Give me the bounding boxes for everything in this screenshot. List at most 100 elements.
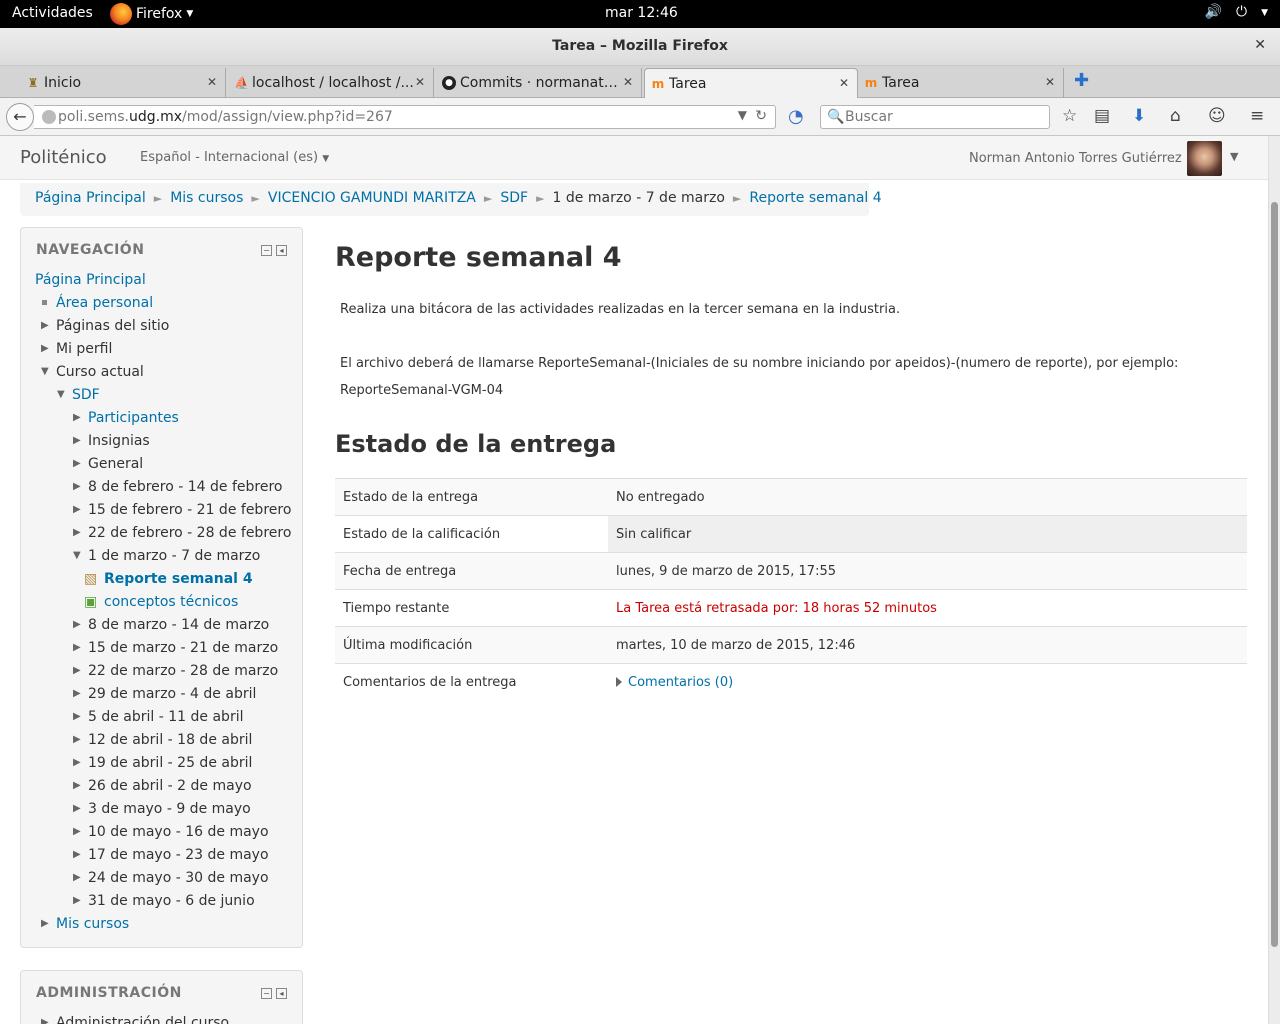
avatar[interactable] [1187,141,1222,176]
nav-item-general[interactable]: ▶ General [73,454,143,477]
nav-item-home[interactable]: Página Principal [35,270,146,293]
nav-item-course[interactable]: ▼ SDF [57,385,100,408]
new-tab-button[interactable]: ✚ [1074,70,1089,91]
chat-icon[interactable]: ☺ [1208,106,1226,126]
nav-item-week[interactable]: ▶ 3 de mayo - 9 de mayo [73,799,251,822]
downloads-icon[interactable]: ⬇ [1132,106,1146,126]
nav-item-week[interactable]: ▶ 19 de abril - 25 de abril [73,753,252,776]
nav-item-week[interactable]: ▶ 10 de mayo - 16 de mayo [73,822,269,845]
addon-icon[interactable]: ◔ [788,106,804,127]
assignment-description: Realiza una bitácora de las actividades … [340,302,901,317]
close-tab-icon[interactable]: ✕ [207,75,217,89]
breadcrumb-assignment[interactable]: Reporte semanal 4 [749,190,881,206]
expand-icon: ▶ [73,780,81,791]
history-dropdown-icon[interactable]: ▼ [738,108,747,122]
scrollbar-thumb[interactable] [1271,202,1278,947]
home-icon[interactable]: ⌂ [1170,106,1181,126]
site-identity-icon[interactable] [42,110,56,124]
nav-item-week[interactable]: ▶ 5 de abril - 11 de abril [73,707,243,730]
comments-link[interactable]: Comentarios (0) [616,675,733,690]
url-bar[interactable]: poli.sems.udg.mx/mod/assign/view.php?id=… [34,105,776,129]
breadcrumb-course[interactable]: SDF [500,190,528,206]
nav-item-week[interactable]: ▶ 24 de mayo - 30 de mayo [73,868,269,891]
breadcrumb-home[interactable]: Página Principal [35,190,146,206]
nav-item-personal[interactable]: Área personal [41,293,153,316]
assignment-description: ReporteSemanal-VGM-04 [340,383,504,398]
breadcrumb-separator-icon: ► [483,192,493,205]
expand-icon: ▶ [73,803,81,814]
expand-icon: ▶ [73,665,81,676]
dock-block-icon[interactable]: ◂ [276,245,287,256]
nav-item-profile[interactable]: ▶ Mi perfil [41,339,112,362]
tab-label: Inicio [44,75,82,91]
nav-item-week[interactable]: ▶ 15 de febrero - 21 de febrero [73,500,291,523]
nav-item-conceptos[interactable]: ▣ conceptos técnicos [84,592,238,615]
web-content: Politénico Español - Internacional (es) … [0,136,1268,1024]
nav-item-site-pages[interactable]: ▶ Páginas del sitio [41,316,169,339]
table-row: Tiempo restante La Tarea está retrasada p… [335,589,1247,627]
nav-item-my-courses[interactable]: ▶ Mis cursos [41,914,129,937]
language-menu[interactable]: Español - Internacional (es) ▼ [140,150,329,165]
reading-list-icon[interactable]: ▤ [1094,106,1110,126]
chevron-down-icon[interactable]: ▼ [1261,4,1268,20]
table-row: Estado de la entrega No entregado [335,478,1247,516]
vertical-scrollbar[interactable] [1268,136,1280,1024]
nav-item-week[interactable]: ▶ 29 de marzo - 4 de abril [73,684,256,707]
nav-item-week[interactable]: ▶ 17 de mayo - 23 de mayo [73,845,269,868]
expand-icon: ▶ [73,458,81,469]
administration-block: ADMINISTRACIÓN − ◂ ▶ Administración del cu… [20,970,303,1024]
nav-item-week[interactable]: ▶ 8 de marzo - 14 de marzo [73,615,269,638]
nav-item-week[interactable]: ▶ 12 de abril - 18 de abril [73,730,252,753]
nav-item-current-course[interactable]: ▼ Curso actual [41,362,144,385]
menu-icon[interactable]: ≡ [1250,106,1264,126]
nav-item-week[interactable]: ▶ 31 de mayo - 6 de junio [73,891,255,914]
url-text[interactable]: poli.sems.udg.mx/mod/assign/view.php?id=… [58,109,393,125]
breadcrumb-teacher[interactable]: VICENCIO GAMUNDI MARITZA [268,190,476,206]
nav-item-badges[interactable]: ▶ Insignias [73,431,150,454]
activities-button[interactable]: Actividades [12,5,93,21]
expand-icon: ▶ [73,711,81,722]
minimize-block-icon[interactable]: − [261,245,272,256]
minimize-block-icon[interactable]: − [261,988,272,999]
nav-item-week[interactable]: ▶ 15 de marzo - 21 de marzo [73,638,278,661]
expand-icon: ▶ [41,1017,49,1024]
row-label: Fecha de entrega [335,552,608,590]
site-brand[interactable]: Politénico [20,147,107,168]
nav-item-reporte[interactable]: ▧ Reporte semanal 4 [84,569,253,592]
tab-phpmyadmin[interactable]: ⛵ localhost / localhost /... ✕ [228,68,434,98]
tab-tarea[interactable]: m Tarea ✕ [858,68,1064,98]
close-tab-icon[interactable]: ✕ [415,75,425,89]
admin-item-course[interactable]: ▶ Administración del curso [41,1013,229,1024]
clock[interactable]: mar 12:46 [605,5,678,21]
close-tab-icon[interactable]: ✕ [1045,75,1055,89]
back-button[interactable]: ← [6,103,34,131]
search-input[interactable] [845,108,1045,126]
nav-item-participants[interactable]: ▶ Participantes [73,408,179,431]
expand-icon: ▶ [73,504,81,515]
nav-item-week[interactable]: ▶ 22 de febrero - 28 de febrero [73,523,291,546]
nav-item-week[interactable]: ▶ 26 de abril - 2 de mayo [73,776,252,799]
close-tab-icon[interactable]: ✕ [623,75,633,89]
reload-icon[interactable]: ↻ [755,108,767,124]
user-menu-caret-icon[interactable]: ▼ [1230,150,1238,163]
app-menu[interactable]: Firefox ▼ [110,0,193,28]
tab-tarea-active[interactable]: m Tarea ✕ [644,68,858,98]
power-icon[interactable]: ⏻ [1236,4,1247,20]
dock-block-icon[interactable]: ◂ [276,988,287,999]
user-name[interactable]: Norman Antonio Torres Gutiérrez [969,151,1182,166]
nav-item-week-current[interactable]: ▼ 1 de marzo - 7 de marzo [73,546,260,569]
system-tray[interactable]: 🔊 ⏻ ▼ [1205,4,1268,20]
search-box[interactable]: 🔍 [820,105,1050,129]
volume-icon[interactable]: 🔊 [1205,4,1222,20]
tab-label: Tarea [882,75,920,91]
page-title: Reporte semanal 4 [335,242,622,273]
breadcrumb-my-courses[interactable]: Mis cursos [170,190,243,206]
tab-inicio[interactable]: ♜ Inicio ✕ [20,68,226,98]
bookmark-star-icon[interactable]: ☆ [1062,106,1077,126]
nav-item-week[interactable]: ▶ 22 de marzo - 28 de marzo [73,661,278,684]
tab-commits[interactable]: ● Commits · normanatg... ✕ [436,68,642,98]
expand-icon: ▶ [73,435,81,446]
nav-item-week[interactable]: ▶ 8 de febrero - 14 de febrero [73,477,282,500]
close-window-button[interactable]: ✕ [1254,37,1266,53]
close-tab-icon[interactable]: ✕ [839,76,849,90]
